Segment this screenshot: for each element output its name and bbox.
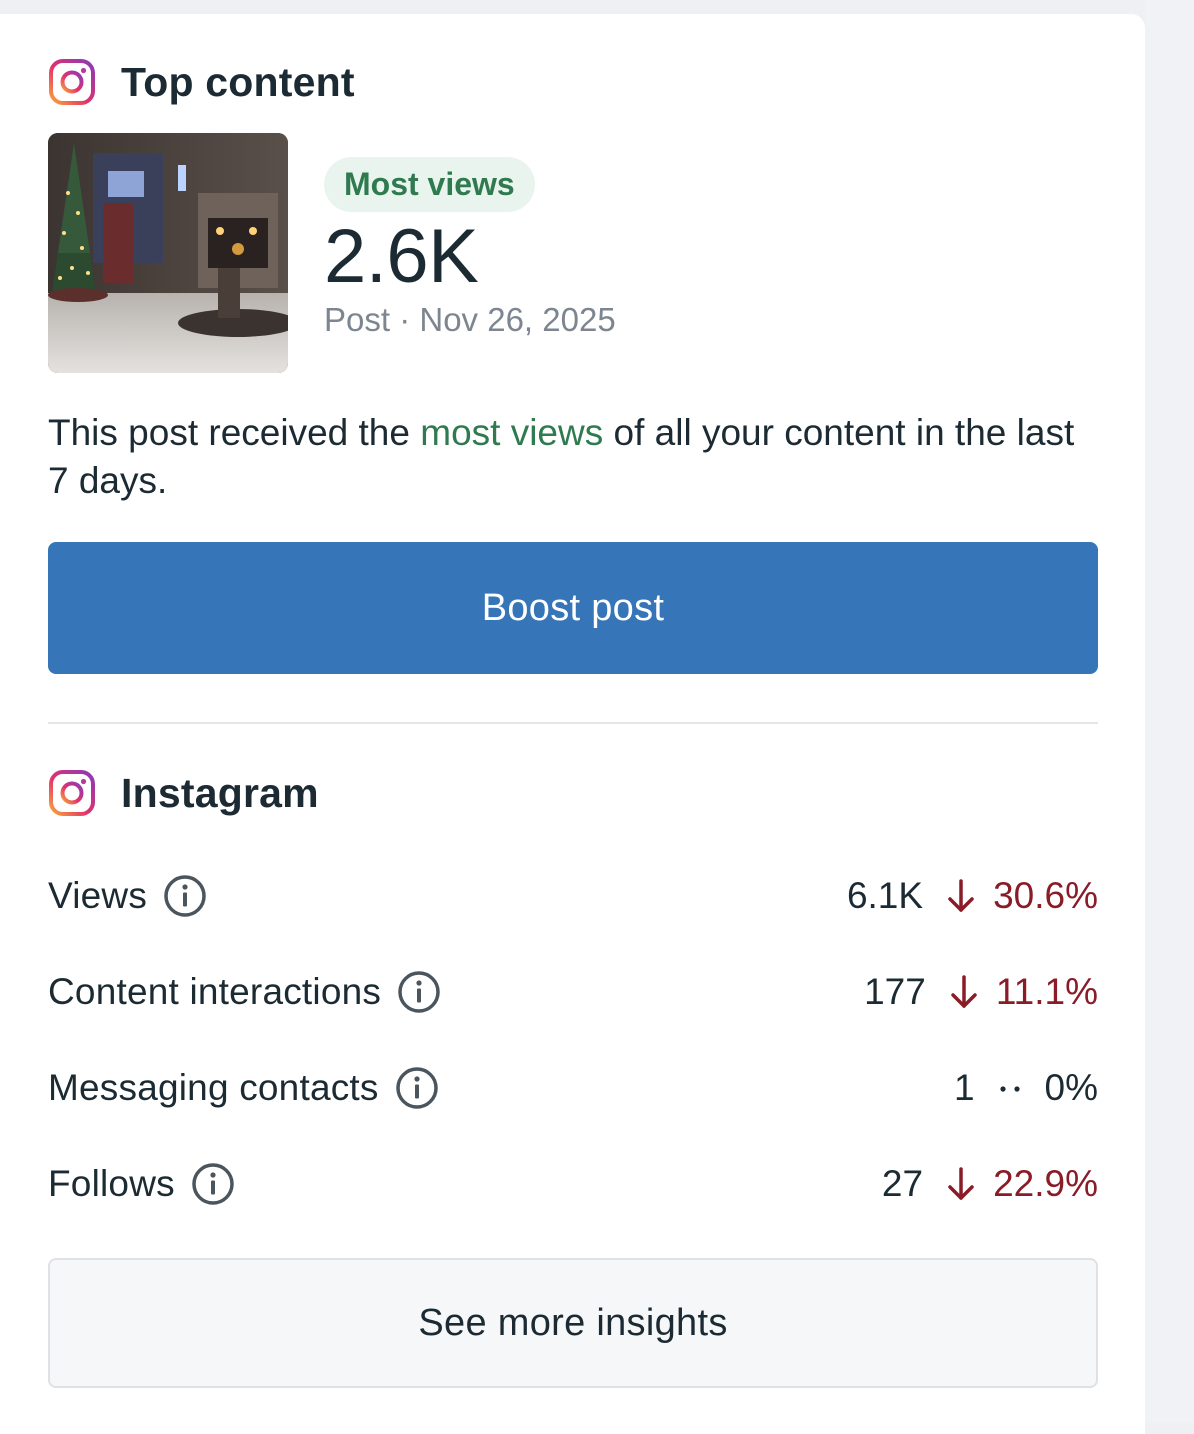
instagram-icon	[49, 59, 95, 105]
metric-values: 177 11.1%	[864, 971, 1098, 1013]
post-date: Post · Nov 26, 2025	[324, 301, 616, 338]
post-view-count: 2.6K	[324, 214, 479, 299]
metric-label-group: Views	[48, 874, 207, 918]
metric-change: 22.9%	[993, 1163, 1098, 1204]
instagram-header: Instagram	[48, 768, 1097, 818]
metric-label-group: Content interactions	[48, 970, 441, 1014]
metric-value: 27	[881, 1163, 924, 1204]
instagram-title: Instagram	[121, 769, 319, 816]
metric-value: 177	[864, 971, 926, 1012]
metric-row-views: Views 6.1K 30.6%	[48, 848, 1098, 944]
most-views-badge: Most views	[324, 157, 535, 212]
arrow-down-icon	[948, 879, 974, 912]
metric-value: 6.1K	[846, 875, 924, 916]
metric-values: 1 0%	[954, 1067, 1098, 1109]
arrow-down-icon	[948, 1167, 974, 1200]
page-background-right	[1145, 0, 1194, 1423]
top-content-card: Top content Most views 2.6K Post · Nov 2…	[0, 14, 1145, 1434]
page-background-top	[0, 0, 1145, 14]
top-post: Most views 2.6K Post · Nov 26, 2025	[48, 133, 1097, 373]
boost-post-button[interactable]: Boost post	[48, 542, 1098, 674]
metric-change: 0%	[1044, 1067, 1098, 1108]
see-more-insights-button[interactable]: See more insights	[48, 1258, 1098, 1388]
metric-values: 27 22.9%	[882, 1163, 1098, 1205]
top-content-header: Top content	[48, 57, 1097, 107]
metric-label-group: Follows	[48, 1162, 235, 1206]
instagram-metrics: Views 6.1K 30.6% Content interactions 17…	[48, 848, 1098, 1232]
metric-values: 6.1K 30.6%	[847, 875, 1098, 917]
description-highlight: most views	[420, 412, 604, 453]
metric-label: Follows	[48, 1163, 175, 1204]
post-meta: Most views 2.6K Post · Nov 26, 2025	[324, 133, 616, 373]
metric-value: 1	[953, 1067, 975, 1108]
description-text-start: This post received the	[48, 412, 421, 453]
info-icon[interactable]	[395, 1066, 439, 1110]
info-icon[interactable]	[163, 874, 207, 918]
info-icon[interactable]	[191, 1162, 235, 1206]
info-icon[interactable]	[397, 970, 441, 1014]
metric-row-follows: Follows 27 22.9%	[48, 1136, 1098, 1232]
metric-label: Messaging contacts	[48, 1067, 379, 1108]
no-change-icon	[999, 1086, 1020, 1092]
metric-label: Content interactions	[48, 971, 382, 1012]
post-thumbnail[interactable]	[48, 133, 288, 373]
instagram-icon	[49, 770, 95, 816]
post-thumbnail-image	[48, 133, 288, 373]
metric-label-group: Messaging contacts	[48, 1066, 439, 1110]
metric-row-messaging-contacts: Messaging contacts 1 0%	[48, 1040, 1098, 1136]
section-divider	[48, 722, 1098, 724]
metric-change: 11.1%	[995, 971, 1098, 1012]
top-content-title: Top content	[121, 58, 355, 105]
metric-label: Views	[48, 875, 148, 916]
arrow-down-icon	[951, 975, 977, 1008]
metric-row-content-interactions: Content interactions 177 11.1%	[48, 944, 1098, 1040]
metric-change: 30.6%	[993, 875, 1098, 916]
top-content-description: This post received the most views of all…	[48, 409, 1098, 505]
